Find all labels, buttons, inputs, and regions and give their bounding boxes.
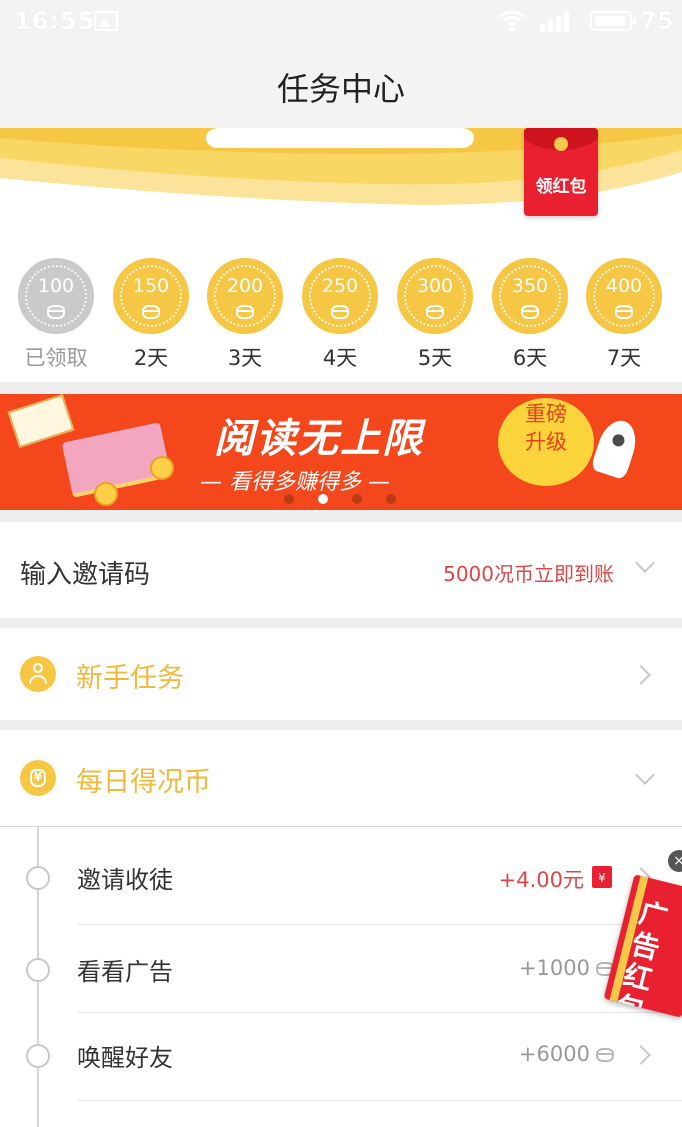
daily-coins-label: 每日得况币	[76, 767, 211, 798]
signal-icon	[540, 12, 569, 32]
promo-subtitle: — 看得多赚得多 —	[200, 470, 390, 495]
checkin-day[interactable]: 400 7天	[584, 258, 664, 378]
coins-icon	[236, 305, 254, 319]
checkin-day[interactable]: 350 6天	[490, 258, 570, 378]
coin-icon	[94, 482, 118, 506]
chevron-down-icon	[635, 765, 655, 785]
coins-icon	[47, 305, 65, 319]
task-label: 唤醒好友	[77, 1044, 173, 1072]
task-label: 邀请收徒	[77, 866, 173, 894]
checkin-day[interactable]: 250 4天	[300, 258, 380, 378]
redpacket-icon: ¥	[592, 866, 612, 888]
coins-icon	[521, 305, 539, 319]
task-reward: +1000	[518, 956, 590, 980]
chevron-down-icon	[635, 553, 655, 573]
coin-value: 100	[37, 275, 75, 297]
task-label: 看看广告	[77, 958, 173, 986]
task-item[interactable]: 邀请收徒 +4.00元 ¥	[0, 830, 682, 925]
invite-code-row[interactable]: 输入邀请码 5000况币立即到账	[0, 522, 682, 618]
task-item[interactable]: 看看广告 +1000	[0, 924, 682, 1013]
carousel-dot[interactable]	[352, 494, 362, 504]
timeline-node	[26, 866, 50, 890]
carousel-dot[interactable]	[284, 494, 294, 504]
newbie-tasks-label: 新手任务	[76, 663, 184, 694]
checkin-row: 100 已领取 150 2天 200 3天 250 4天 300 5天 350 …	[0, 228, 682, 382]
coins-icon	[615, 305, 633, 319]
coins-icon	[426, 305, 444, 319]
checkin-day[interactable]: 100 已领取	[16, 258, 96, 378]
user-icon	[20, 656, 56, 692]
page-title: 任务中心	[276, 70, 405, 108]
task-item[interactable]: 唤醒好友 +6000	[0, 1012, 682, 1101]
timeline-node	[26, 1044, 50, 1068]
coin-badge: 300	[397, 258, 473, 334]
coin-badge: 100	[18, 258, 94, 334]
coin-badge: 400	[586, 258, 662, 334]
book-icon	[7, 394, 75, 449]
carousel-dots	[284, 494, 404, 506]
redpacket-button[interactable]: 领红包	[524, 128, 598, 216]
battery-level: 75	[640, 7, 674, 35]
promo-badge-text: 重磅升级	[525, 402, 567, 454]
coin-icon	[150, 456, 174, 480]
chevron-right-icon	[631, 665, 651, 685]
day-label: 4天	[322, 346, 358, 370]
coins-icon	[142, 305, 160, 319]
coin-value: 250	[321, 275, 359, 297]
coin-value: 300	[416, 275, 454, 297]
newbie-tasks-row[interactable]: 新手任务	[0, 628, 682, 720]
money-bag-icon: ¥	[20, 760, 56, 796]
divider	[0, 826, 682, 827]
image-notification-icon	[94, 11, 118, 31]
coin-icon	[596, 1048, 614, 1062]
redpacket-label: 领红包	[535, 177, 587, 197]
timeline-node	[26, 958, 50, 982]
coin-value: 200	[226, 275, 264, 297]
day-label: 6天	[512, 346, 548, 370]
promo-title: 阅读无上限	[214, 416, 424, 462]
coins-icon	[331, 305, 349, 319]
task-reward: +6000	[518, 1042, 590, 1066]
invite-code-label: 输入邀请码	[20, 560, 151, 590]
coin-badge: 150	[113, 258, 189, 334]
chevron-right-icon	[631, 1045, 651, 1065]
divider	[77, 1100, 682, 1101]
status-bar: 16:55 75	[0, 0, 682, 44]
status-time: 16:55	[14, 7, 96, 35]
wifi-icon	[499, 10, 525, 32]
day-label: 2天	[133, 346, 169, 370]
checkin-day[interactable]: 150 2天	[111, 258, 191, 378]
daily-coins-row[interactable]: ¥ 每日得况币	[0, 730, 682, 826]
coin-value: 150	[132, 275, 170, 297]
coin-icon	[554, 137, 568, 151]
carousel-dot-active[interactable]	[318, 494, 328, 504]
title-bar: 任务中心	[0, 44, 682, 128]
day-label: 3天	[227, 346, 263, 370]
day-label: 5天	[417, 346, 453, 370]
battery-icon	[590, 11, 636, 31]
task-reward: +4.00元	[498, 868, 584, 892]
carousel-dot[interactable]	[386, 494, 396, 504]
checkin-day[interactable]: 300 5天	[395, 258, 475, 378]
day-label: 已领取	[24, 346, 88, 370]
invite-reward: 5000况币立即到账	[443, 562, 614, 586]
coin-badge: 350	[492, 258, 568, 334]
coin-badge: 250	[302, 258, 378, 334]
checkin-day[interactable]: 200 3天	[205, 258, 285, 378]
coin-badge: 200	[207, 258, 283, 334]
day-label: 7天	[606, 346, 642, 370]
coin-value: 400	[605, 275, 643, 297]
daily-task-list: 邀请收徒 +4.00元 ¥ 看看广告 +1000 唤醒好友 +6000	[0, 826, 682, 1127]
coin-value: 350	[511, 275, 549, 297]
